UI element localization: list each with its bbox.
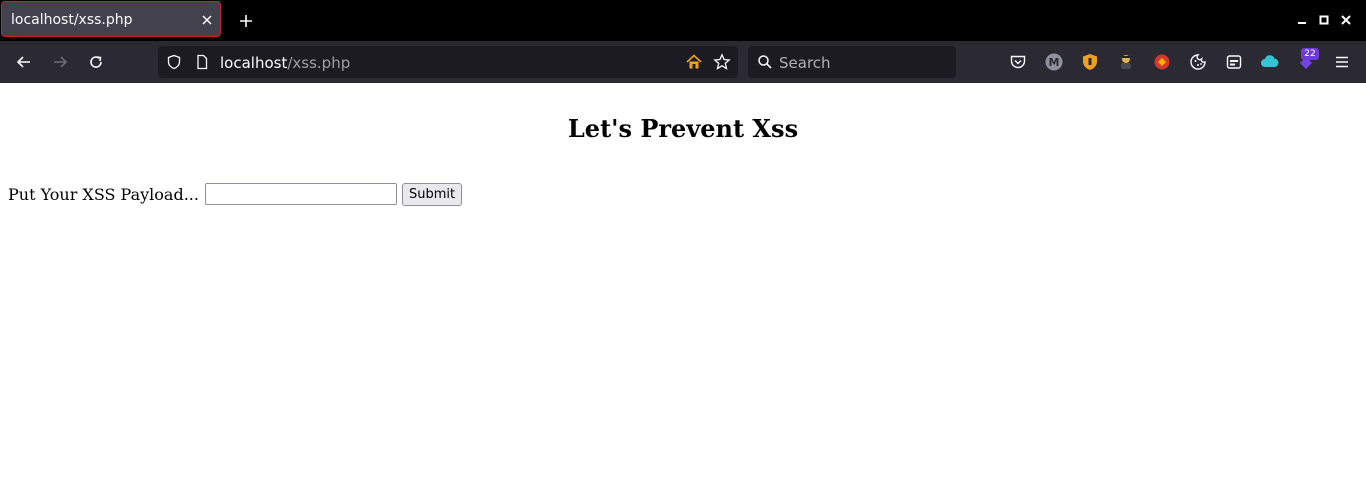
cloud-icon[interactable]: [1260, 52, 1280, 72]
plus-icon[interactable]: [236, 11, 256, 31]
navigation-toolbar: localhost/xss.php Search M 22: [0, 41, 1366, 83]
back-arrow-icon[interactable]: [14, 52, 34, 72]
close-icon[interactable]: [198, 11, 216, 29]
submit-button[interactable]: Submit: [401, 182, 463, 206]
minimize-icon[interactable]: [1294, 12, 1310, 28]
hamburger-icon[interactable]: [1332, 52, 1352, 72]
character-extension-icon[interactable]: [1116, 52, 1136, 72]
search-placeholder: Search: [779, 54, 831, 72]
reload-icon[interactable]: [86, 52, 106, 72]
page-heading: Let's Prevent Xss: [567, 114, 799, 143]
m-avatar-icon[interactable]: M: [1044, 52, 1064, 72]
svg-text:M: M: [1049, 56, 1060, 69]
window-close-icon[interactable]: [1338, 12, 1354, 28]
payload-label: Put Your XSS Payload...: [8, 184, 199, 204]
url-bar[interactable]: localhost/xss.php: [158, 46, 738, 78]
maximize-icon[interactable]: [1316, 12, 1332, 28]
panel-extension-icon[interactable]: [1224, 52, 1244, 72]
url-path: /xss.php: [287, 54, 351, 72]
red-extension-icon[interactable]: [1152, 52, 1172, 72]
forward-arrow-icon[interactable]: [50, 52, 70, 72]
tab-localhost-xss[interactable]: localhost/xss.php: [1, 1, 221, 37]
tab-strip: localhost/xss.php: [0, 0, 1366, 41]
search-bar[interactable]: Search: [748, 46, 956, 78]
page-content: Let's Prevent Xss Put Your XSS Payload..…: [0, 83, 1366, 478]
cookie-icon[interactable]: [1188, 52, 1208, 72]
url-text[interactable]: localhost/xss.php: [220, 54, 350, 72]
pocket-icon[interactable]: [1008, 52, 1028, 72]
shield-badge-extension-icon[interactable]: [1080, 52, 1100, 72]
payload-input[interactable]: [204, 183, 397, 205]
shield-icon[interactable]: [164, 52, 184, 72]
url-host: localhost: [220, 54, 288, 72]
star-icon[interactable]: [712, 52, 732, 72]
payload-form: Put Your XSS Payload... Submit: [8, 182, 463, 206]
page-icon: [192, 52, 212, 72]
search-icon: [755, 52, 775, 72]
extension-badge-count: 22: [1301, 48, 1319, 60]
home-icon[interactable]: [684, 52, 704, 72]
tab-title: localhost/xss.php: [11, 12, 133, 28]
